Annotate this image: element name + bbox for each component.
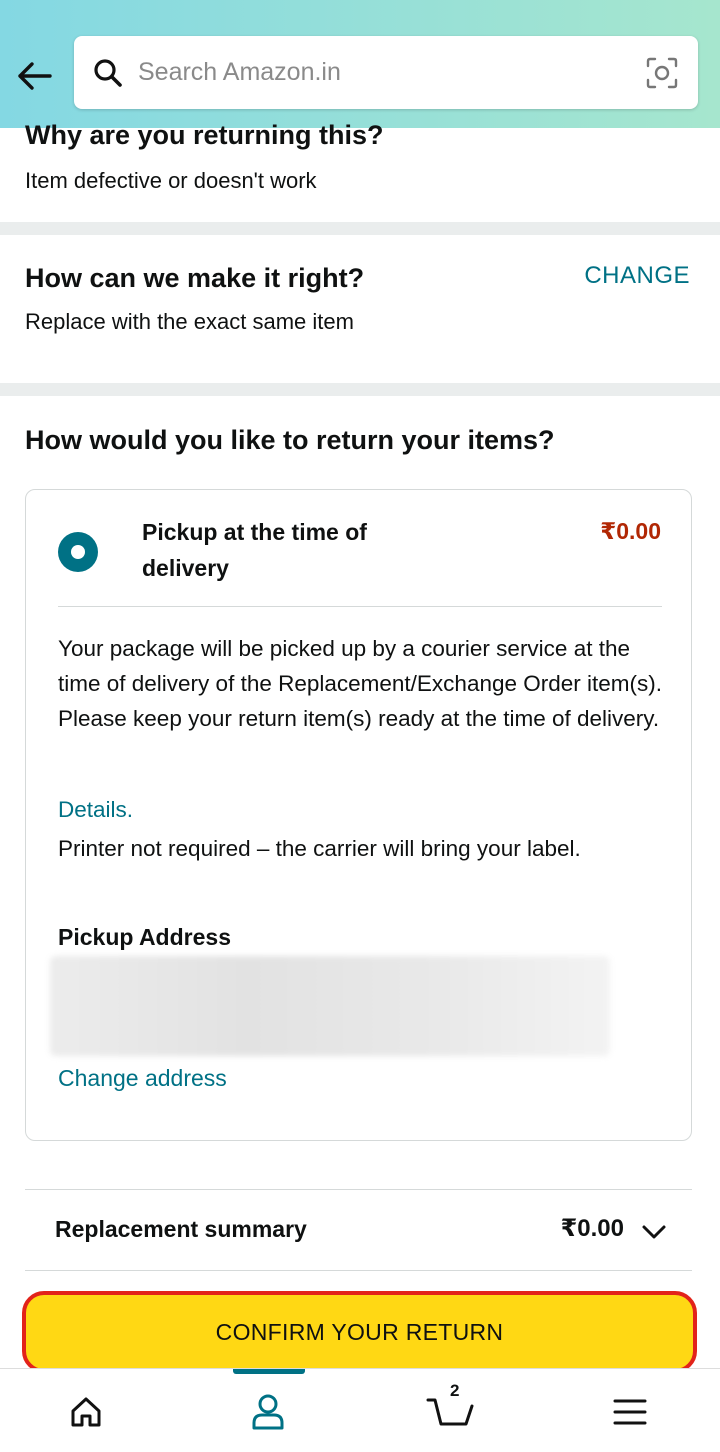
pickup-option-radio[interactable]: [58, 532, 98, 572]
change-address-link[interactable]: Change address: [58, 1065, 227, 1092]
pickup-address-redacted: [50, 956, 610, 1056]
details-link[interactable]: Details.: [58, 797, 133, 823]
resolution-section: How can we make it right? Replace with t…: [0, 235, 720, 383]
replacement-summary-row[interactable]: Replacement summary ₹0.00: [25, 1189, 692, 1271]
arrow-left-icon: [18, 62, 52, 90]
home-icon: [71, 1397, 101, 1427]
cart-count: 2: [450, 1381, 460, 1400]
resolution-title: How can we make it right?: [25, 263, 365, 293]
return-reason-section: Why are you returning this? Item defecti…: [0, 120, 720, 222]
pickup-option-card[interactable]: Pickup at the time of delivery ₹0.00 You…: [25, 489, 692, 1141]
nav-home[interactable]: [56, 1387, 116, 1437]
top-header: [0, 0, 720, 128]
radio-selected-dot: [71, 545, 85, 559]
search-input[interactable]: [138, 58, 618, 87]
pickup-option-price: ₹0.00: [600, 518, 661, 544]
menu-icon: [613, 1399, 647, 1425]
summary-price: ₹0.00: [560, 1215, 624, 1242]
nav-cart[interactable]: 2: [420, 1381, 480, 1437]
return-reason-title: Why are you returning this?: [25, 120, 384, 150]
bottom-nav: 2: [0, 1368, 720, 1452]
section-divider: [0, 383, 720, 396]
summary-label: Replacement summary: [55, 1216, 307, 1242]
section-divider: [0, 222, 720, 235]
nav-account[interactable]: [238, 1387, 298, 1437]
chevron-down-icon[interactable]: [638, 1216, 670, 1248]
change-resolution-link[interactable]: CHANGE: [584, 262, 690, 290]
account-icon: [252, 1394, 284, 1430]
search-icon: [88, 53, 128, 93]
confirm-return-button[interactable]: CONFIRM YOUR RETURN: [22, 1291, 697, 1373]
return-reason-value: Item defective or doesn't work: [25, 168, 317, 193]
pickup-address-title: Pickup Address: [58, 924, 231, 950]
option-divider: [58, 606, 662, 607]
return-method-title: How would you like to return your items?: [25, 425, 555, 455]
active-tab-indicator: [233, 1369, 305, 1374]
pickup-option-label: Pickup at the time of delivery: [142, 519, 367, 581]
printer-note: Printer not required – the carrier will …: [58, 836, 581, 861]
nav-menu[interactable]: [600, 1387, 660, 1437]
resolution-value: Replace with the exact same item: [25, 309, 354, 334]
pickup-description: Your package will be picked up by a cour…: [58, 636, 663, 731]
back-button[interactable]: [14, 56, 54, 96]
search-bar[interactable]: [74, 36, 698, 109]
camera-scan-icon[interactable]: [642, 53, 682, 93]
